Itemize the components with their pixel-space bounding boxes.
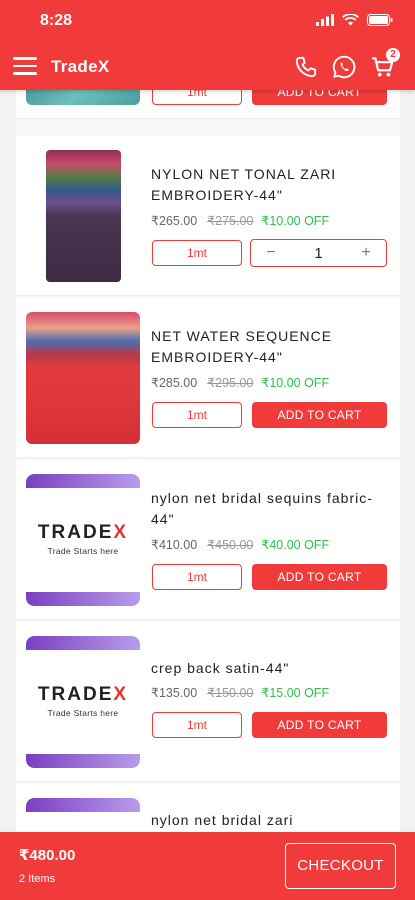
product-card[interactable]: TRADEX Trade Starts here crep back satin… [16,622,400,782]
logo-tagline: Trade Starts here [47,546,119,556]
battery-icon [367,14,393,26]
menu-icon[interactable] [13,57,37,77]
product-name[interactable]: nylon net bridal zari [151,810,381,831]
product-image-placeholder[interactable]: TRADEX Trade Starts here [26,474,140,606]
add-to-cart-button[interactable]: ADD TO CART [252,712,387,738]
price-row: ₹265.00 ₹275.00 ₹10.00 OFF [151,213,329,228]
product-discount: ₹15.00 OFF [261,686,330,700]
product-image-placeholder[interactable]: TRADEX Trade Starts here [26,636,140,768]
tradex-logo: TRADEX [37,684,129,705]
signal-icon [316,14,334,26]
product-name[interactable]: NET WATER SEQUENCE EMBROIDERY-44" [151,326,381,368]
product-card[interactable]: NET WATER SEQUENCE EMBROIDERY-44" ₹285.0… [16,298,400,458]
unit-selector[interactable]: 1mt [152,402,242,428]
product-discount: ₹10.00 OFF [261,376,330,390]
product-name[interactable]: crep back satin-44" [151,658,381,679]
add-to-cart-button[interactable]: ADD TO CART [252,90,387,105]
product-discount: ₹40.00 OFF [261,538,330,552]
product-card[interactable]: nylon net bridal zari [16,784,400,832]
checkout-button[interactable]: CHECKOUT [285,843,396,889]
product-mrp: ₹450.00 [207,538,254,552]
add-to-cart-button[interactable]: ADD TO CART [252,402,387,428]
product-mrp: ₹275.00 [207,214,254,228]
product-image[interactable] [46,150,121,282]
increment-button[interactable]: + [358,244,374,262]
app-bar: TradeX 2 [0,44,415,90]
product-mrp: ₹150.00 [207,686,254,700]
product-card[interactable]: NYLON NET TONAL ZARI EMBROIDERY-44" ₹265… [16,136,400,296]
unit-selector[interactable]: 1mt [152,564,242,590]
tradex-logo: TRADEX [37,522,129,543]
product-card[interactable]: TRADEX Trade Starts here nylon net brida… [16,460,400,620]
app-title: TradeX [51,57,110,76]
quantity-stepper: − 1 + [250,239,387,267]
cart-count-badge: 2 [386,48,400,62]
product-image-placeholder[interactable] [26,798,140,832]
product-price: ₹135.00 [151,686,198,700]
decrement-button[interactable]: − [263,244,279,262]
whatsapp-icon[interactable] [331,54,357,80]
product-name[interactable]: nylon net bridal sequins fabric-44" [151,488,381,530]
unit-selector[interactable]: 1mt [152,240,242,266]
price-row: ₹410.00 ₹450.00 ₹40.00 OFF [151,537,329,552]
product-card[interactable]: 1mt ADD TO CART [16,90,400,119]
unit-selector[interactable]: 1mt [152,90,242,105]
cart-total: ₹480.00 [19,847,76,864]
unit-selector[interactable]: 1mt [152,712,242,738]
cart-item-count: 2 Items [19,873,56,885]
wifi-icon [342,14,359,26]
product-discount: ₹10.00 OFF [261,214,330,228]
product-image[interactable] [26,312,140,444]
price-row: ₹135.00 ₹150.00 ₹15.00 OFF [151,685,329,700]
status-time: 8:28 [40,12,73,29]
checkout-bar: ₹480.00 2 Items CHECKOUT [0,832,415,900]
cart-button[interactable]: 2 [370,48,400,80]
product-image[interactable] [26,90,140,105]
product-name[interactable]: NYLON NET TONAL ZARI EMBROIDERY-44" [151,164,381,206]
logo-tagline: Trade Starts here [47,708,119,718]
quantity-value: 1 [314,244,323,262]
product-price: ₹265.00 [151,214,198,228]
product-mrp: ₹295.00 [207,376,254,390]
product-price: ₹410.00 [151,538,198,552]
phone-icon[interactable] [293,54,319,80]
status-icons [316,14,393,26]
product-price: ₹285.00 [151,376,198,390]
product-list[interactable]: 1mt ADD TO CART NYLON NET TONAL ZARI EMB… [16,90,400,832]
add-to-cart-button[interactable]: ADD TO CART [252,564,387,590]
price-row: ₹285.00 ₹295.00 ₹10.00 OFF [151,375,329,390]
status-bar: 8:28 [0,0,415,44]
